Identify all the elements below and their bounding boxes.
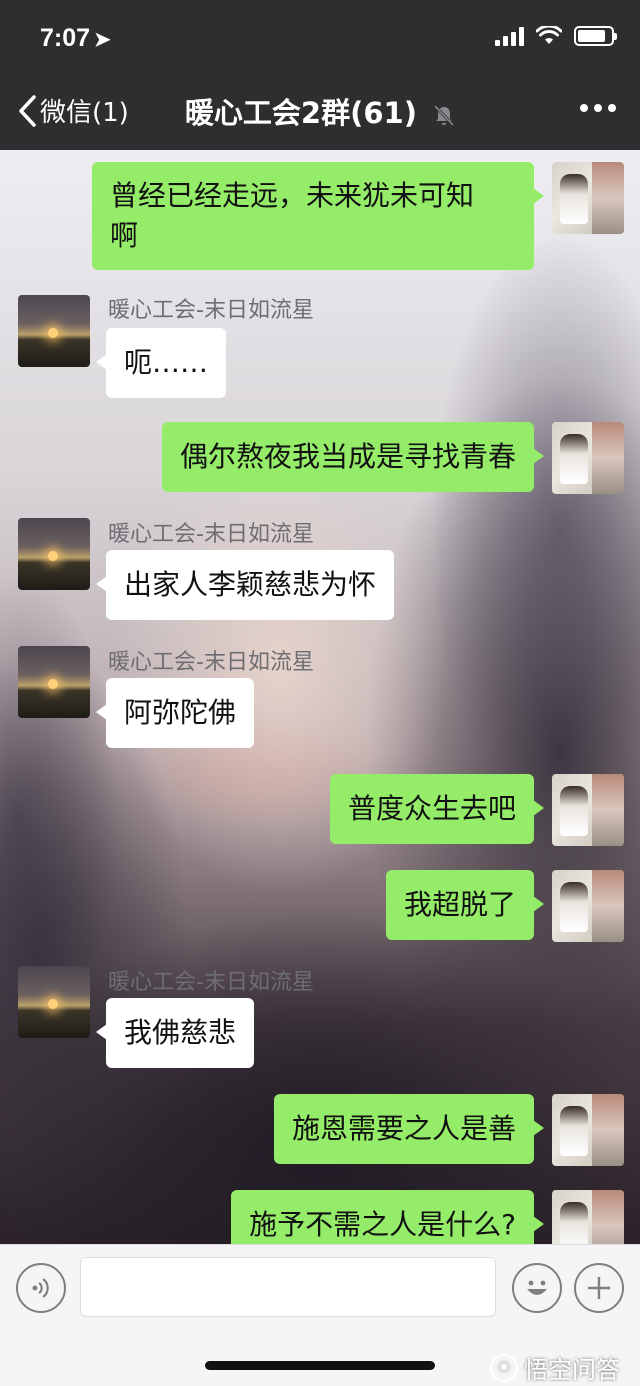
message-bubble-incoming[interactable]: 出家人李颖慈悲为怀 bbox=[95, 550, 395, 620]
message-text: 出家人李颖慈悲为怀 bbox=[124, 568, 377, 601]
avatar-self[interactable] bbox=[552, 774, 624, 846]
sender-name: 暖心工会-末日如流星 bbox=[108, 522, 314, 547]
battery-icon bbox=[574, 26, 617, 46]
voice-icon bbox=[32, 1278, 49, 1298]
wallpaper-photo bbox=[430, 230, 640, 830]
message-text: 我佛慈悲 bbox=[124, 1016, 237, 1049]
avatar-self[interactable] bbox=[552, 870, 624, 942]
message-bubble-outgoing[interactable]: 普度众生去吧 bbox=[329, 774, 545, 844]
message-text: 我超脱了 bbox=[403, 888, 516, 921]
status-time: 7:07 ➤ bbox=[40, 24, 111, 53]
dot-icon bbox=[580, 104, 588, 112]
home-indicator[interactable] bbox=[205, 1361, 435, 1370]
chat-title-text: 暖心工会2群(61) bbox=[184, 96, 417, 130]
location-icon: ➤ bbox=[94, 29, 111, 51]
avatar-sender[interactable] bbox=[18, 966, 90, 1038]
message-text: 偶尔熬夜我当成是寻找青春 bbox=[179, 440, 516, 473]
message-text: 啊 bbox=[110, 219, 139, 252]
signal-icon bbox=[495, 26, 524, 46]
avatar-sender[interactable] bbox=[18, 295, 90, 367]
message-bubble-incoming[interactable]: 阿弥陀佛 bbox=[95, 678, 255, 748]
status-time-text: 7:07 bbox=[40, 24, 91, 52]
status-icons bbox=[495, 26, 617, 46]
message-text: 曾经已经走远，未来犹未可知 bbox=[110, 179, 475, 212]
watermark-text: 悟空问答 bbox=[524, 1356, 620, 1384]
avatar-self[interactable] bbox=[552, 422, 624, 494]
voice-button[interactable] bbox=[16, 1263, 66, 1313]
message-bubble-outgoing[interactable]: 我超脱了 bbox=[385, 870, 545, 940]
message-text: 施予不需之人是什么? bbox=[249, 1208, 516, 1241]
emoji-button[interactable] bbox=[512, 1263, 562, 1313]
avatar-self[interactable] bbox=[552, 162, 624, 234]
message-bubble-outgoing[interactable]: 曾经已经走远，未来犹未可知 啊 bbox=[92, 162, 544, 270]
message-text: 呃…… bbox=[124, 346, 209, 379]
chat-title: 暖心工会2群(61) bbox=[0, 90, 640, 132]
avatar-self[interactable] bbox=[552, 1190, 624, 1244]
battery-level bbox=[578, 30, 606, 42]
avatar-self[interactable] bbox=[552, 1094, 624, 1166]
message-bubble-incoming[interactable]: 呃…… bbox=[95, 328, 227, 398]
mute-bell-icon bbox=[433, 104, 455, 127]
message-bubble-outgoing[interactable]: 施恩需要之人是善 bbox=[273, 1094, 545, 1164]
avatar-sender[interactable] bbox=[18, 518, 90, 590]
sender-name: 暖心工会-末日如流星 bbox=[108, 298, 314, 323]
more-actions-button[interactable] bbox=[574, 1263, 624, 1313]
message-input[interactable] bbox=[80, 1257, 496, 1317]
watermark: ✺ 悟空问答 bbox=[490, 1350, 620, 1385]
message-bubble-outgoing[interactable]: 施予不需之人是什么? bbox=[231, 1190, 544, 1244]
message-text: 阿弥陀佛 bbox=[124, 696, 237, 729]
message-bubble-incoming[interactable]: 我佛慈悲 bbox=[95, 998, 255, 1068]
more-options-button[interactable] bbox=[580, 104, 616, 112]
avatar-sender[interactable] bbox=[18, 646, 90, 718]
plus-icon bbox=[588, 1277, 610, 1299]
dot-icon bbox=[608, 104, 616, 112]
sender-name: 暖心工会-末日如流星 bbox=[108, 970, 314, 995]
dot-icon bbox=[594, 104, 602, 112]
message-bubble-outgoing[interactable]: 偶尔熬夜我当成是寻找青春 bbox=[161, 422, 545, 492]
message-text: 施恩需要之人是善 bbox=[291, 1112, 516, 1145]
nav-bar: 7:07 ➤ 微信(1) 暖心工会2群(61) bbox=[0, 0, 640, 150]
chat-area[interactable]: 曾经已经走远，未来犹未可知 啊 暖心工会-末日如流星 呃…… 偶尔熬夜我当成是寻… bbox=[0, 150, 640, 1244]
wifi-icon bbox=[536, 26, 562, 44]
emoji-icon bbox=[527, 1280, 547, 1295]
wukong-logo-icon: ✺ bbox=[490, 1353, 518, 1382]
message-text: 普度众生去吧 bbox=[347, 792, 516, 825]
sender-name: 暖心工会-末日如流星 bbox=[108, 650, 314, 675]
